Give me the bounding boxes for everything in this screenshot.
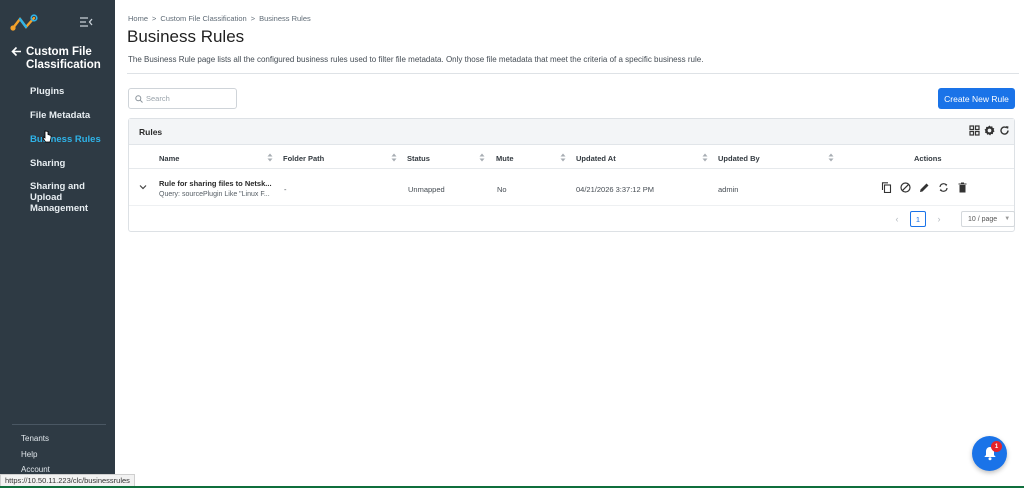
main-content: Home > Custom File Classification > Busi… xyxy=(115,0,1024,488)
column-header-actions: Actions xyxy=(914,154,942,163)
prev-page-icon[interactable]: ‹ xyxy=(889,214,905,224)
search-input[interactable] xyxy=(146,94,236,103)
sidebar-divider xyxy=(12,424,106,425)
cell-updated-at: 04/21/2026 3:37:12 PM xyxy=(576,185,654,194)
mouse-pointer-icon xyxy=(42,130,52,143)
edit-pencil-icon[interactable] xyxy=(919,182,930,193)
notification-count-badge: 1 xyxy=(991,441,1002,452)
sidebar-link-help[interactable]: Help xyxy=(21,450,50,460)
sort-icon[interactable] xyxy=(702,153,708,162)
card-tools xyxy=(969,125,1010,136)
sort-icon[interactable] xyxy=(560,153,566,162)
delete-trash-icon[interactable] xyxy=(957,182,968,193)
next-page-icon[interactable]: › xyxy=(931,214,947,224)
cell-mute: No xyxy=(497,185,507,194)
table-row[interactable]: Rule for sharing files to Netsk... Query… xyxy=(129,170,1014,206)
copy-icon[interactable] xyxy=(881,182,892,193)
search-icon xyxy=(135,94,143,103)
page-number[interactable]: 1 xyxy=(910,211,926,227)
breadcrumb-custom-file-classification[interactable]: Custom File Classification xyxy=(160,14,246,23)
sync-icon[interactable] xyxy=(938,182,949,193)
cell-folder-path: - xyxy=(284,185,287,194)
row-actions xyxy=(881,182,968,193)
settings-gear-icon[interactable] xyxy=(984,125,995,136)
rules-card: Rules Name Folder Path Status Mute Updat… xyxy=(128,118,1015,232)
sort-icon[interactable] xyxy=(391,153,397,162)
card-header: Rules xyxy=(129,119,1014,145)
breadcrumb: Home > Custom File Classification > Busi… xyxy=(128,14,311,23)
page-size-select[interactable]: 10 / page ▼ xyxy=(961,211,1015,227)
pagination: ‹ 1 › 10 / page ▼ xyxy=(889,211,1015,227)
breadcrumb-current: Business Rules xyxy=(259,14,311,23)
search-box[interactable] xyxy=(128,88,237,109)
table-header-row: Name Folder Path Status Mute Updated At … xyxy=(129,146,1014,169)
chevron-down-icon: ▼ xyxy=(1004,216,1011,222)
column-header-folder-path[interactable]: Folder Path xyxy=(283,154,324,163)
create-new-rule-button[interactable]: Create New Rule xyxy=(938,88,1015,109)
sort-icon[interactable] xyxy=(267,153,273,162)
column-header-status[interactable]: Status xyxy=(407,154,430,163)
rule-name[interactable]: Rule for sharing files to Netsk... xyxy=(159,179,272,188)
page-description: The Business Rule page lists all the con… xyxy=(128,55,704,64)
page-title: Business Rules xyxy=(127,27,245,46)
section-title: Custom File Classification xyxy=(26,46,101,71)
sidebar-item-file-metadata[interactable]: File Metadata xyxy=(30,110,112,121)
disable-icon[interactable] xyxy=(900,182,911,193)
column-header-updated-at[interactable]: Updated At xyxy=(576,154,616,163)
sidebar-item-sharing-upload-management[interactable]: Sharing and Upload Management xyxy=(30,181,112,214)
sidebar-nav: Plugins File Metadata Business Rules Sha… xyxy=(30,86,112,227)
sidebar: Custom File Classification Plugins File … xyxy=(0,0,115,488)
chevron-down-icon[interactable] xyxy=(139,183,147,191)
back-to-module[interactable]: Custom File Classification xyxy=(11,46,111,72)
header-divider xyxy=(127,73,1019,74)
column-header-mute[interactable]: Mute xyxy=(496,154,514,163)
column-header-name[interactable]: Name xyxy=(159,154,179,163)
refresh-icon[interactable] xyxy=(999,125,1010,136)
sort-icon[interactable] xyxy=(828,153,834,162)
sidebar-link-tenants[interactable]: Tenants xyxy=(21,434,50,444)
cell-status: Unmapped xyxy=(408,185,445,194)
notifications-button[interactable] xyxy=(972,436,1007,471)
sort-icon[interactable] xyxy=(479,153,485,162)
sidebar-item-sharing[interactable]: Sharing xyxy=(30,158,112,169)
breadcrumb-separator: > xyxy=(152,14,157,23)
back-arrow-icon[interactable] xyxy=(11,46,22,72)
sidebar-item-plugins[interactable]: Plugins xyxy=(30,86,112,97)
breadcrumb-separator: > xyxy=(250,14,256,23)
menu-collapse-icon[interactable] xyxy=(79,16,93,28)
card-title: Rules xyxy=(139,127,163,137)
rule-query: Query: sourcePlugin Like "Linux F... xyxy=(159,191,270,198)
column-header-updated-by[interactable]: Updated By xyxy=(718,154,760,163)
grid-view-icon[interactable] xyxy=(969,125,980,136)
breadcrumb-home[interactable]: Home xyxy=(128,14,148,23)
page-size-value: 10 / page xyxy=(968,215,998,223)
app-logo[interactable] xyxy=(10,14,38,32)
cell-updated-by: admin xyxy=(718,185,739,194)
